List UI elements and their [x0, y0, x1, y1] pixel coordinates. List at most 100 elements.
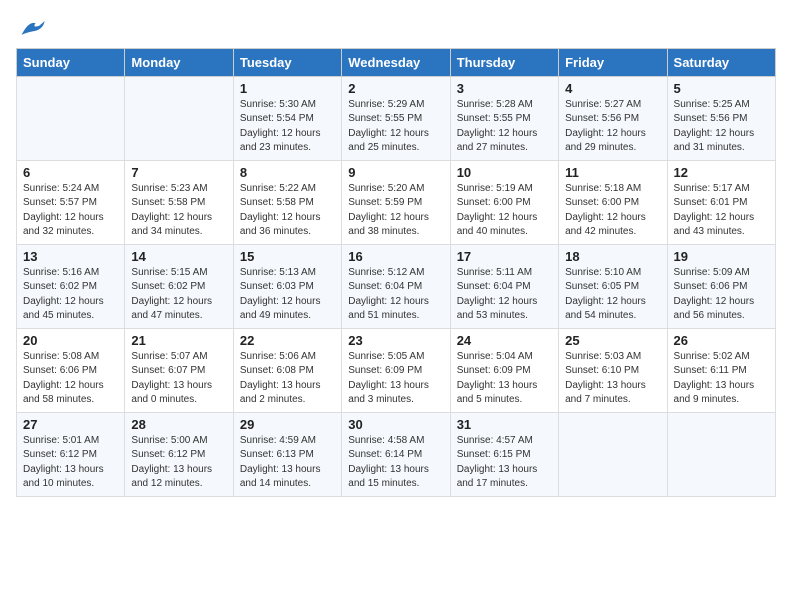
day-cell: 25 Sunrise: 5:03 AM Sunset: 6:10 PM Dayli… — [559, 328, 667, 412]
header-cell-saturday: Saturday — [667, 48, 775, 76]
calendar-table: SundayMondayTuesdayWednesdayThursdayFrid… — [16, 48, 776, 497]
day-content: Sunrise: 5:29 AM Sunset: 5:55 PM Dayligh… — [348, 98, 443, 156]
day-number: 29 — [240, 417, 335, 432]
day-number: 28 — [131, 417, 226, 432]
day-cell: 10Sunrise: 5:19 AM Sunset: 6:00 PM Dayli… — [450, 160, 558, 244]
day-number: 27 — [23, 417, 118, 432]
day-cell — [667, 412, 775, 496]
day-cell: 27 Sunrise: 5:01 AM Sunset: 6:12 PM Dayli… — [17, 412, 125, 496]
header-cell-tuesday: Tuesday — [233, 48, 341, 76]
day-content: Sunrise: 5:20 AM Sunset: 5:59 PM Dayligh… — [348, 182, 443, 240]
day-content: Sunrise: 5:04 AM Sunset: 6:09 PM Dayligh… — [457, 350, 552, 408]
day-number: 5 — [674, 81, 769, 96]
day-number: 14 — [131, 249, 226, 264]
header-cell-friday: Friday — [559, 48, 667, 76]
day-number: 22 — [240, 333, 335, 348]
day-cell: 23 Sunrise: 5:05 AM Sunset: 6:09 PM Dayli… — [342, 328, 450, 412]
page-header — [16, 16, 776, 40]
day-cell: 6 Sunrise: 5:24 AM Sunset: 5:57 PM Daylig… — [17, 160, 125, 244]
day-number: 8 — [240, 165, 335, 180]
day-number: 15 — [240, 249, 335, 264]
day-number: 2 — [348, 81, 443, 96]
day-content: Sunrise: 5:22 AM Sunset: 5:58 PM Dayligh… — [240, 182, 335, 240]
day-cell — [559, 412, 667, 496]
day-content: Sunrise: 4:57 AM Sunset: 6:15 PM Dayligh… — [457, 434, 552, 492]
day-content: Sunrise: 5:02 AM Sunset: 6:11 PM Dayligh… — [674, 350, 769, 408]
header-row: SundayMondayTuesdayWednesdayThursdayFrid… — [17, 48, 776, 76]
day-cell: 24 Sunrise: 5:04 AM Sunset: 6:09 PM Dayli… — [450, 328, 558, 412]
day-cell: 16 Sunrise: 5:12 AM Sunset: 6:04 PM Dayli… — [342, 244, 450, 328]
day-cell: 11 Sunrise: 5:18 AM Sunset: 6:00 PM Dayli… — [559, 160, 667, 244]
day-content: Sunrise: 5:13 AM Sunset: 6:03 PM Dayligh… — [240, 266, 335, 324]
day-content: Sunrise: 5:30 AM Sunset: 5:54 PM Dayligh… — [240, 98, 335, 156]
day-number: 26 — [674, 333, 769, 348]
day-content: Sunrise: 5:25 AM Sunset: 5:56 PM Dayligh… — [674, 98, 769, 156]
day-number: 16 — [348, 249, 443, 264]
day-cell: 7 Sunrise: 5:23 AM Sunset: 5:58 PM Daylig… — [125, 160, 233, 244]
day-cell: 30 Sunrise: 4:58 AM Sunset: 6:14 PM Dayli… — [342, 412, 450, 496]
day-content: Sunrise: 5:11 AM Sunset: 6:04 PM Dayligh… — [457, 266, 552, 324]
day-cell: 1Sunrise: 5:30 AM Sunset: 5:54 PM Daylig… — [233, 76, 341, 160]
day-cell: 4 Sunrise: 5:27 AM Sunset: 5:56 PM Daylig… — [559, 76, 667, 160]
week-row-2: 6 Sunrise: 5:24 AM Sunset: 5:57 PM Daylig… — [17, 160, 776, 244]
week-row-5: 27 Sunrise: 5:01 AM Sunset: 6:12 PM Dayli… — [17, 412, 776, 496]
day-cell: 22 Sunrise: 5:06 AM Sunset: 6:08 PM Dayli… — [233, 328, 341, 412]
header-cell-wednesday: Wednesday — [342, 48, 450, 76]
day-number: 30 — [348, 417, 443, 432]
day-number: 20 — [23, 333, 118, 348]
day-cell: 3Sunrise: 5:28 AM Sunset: 5:55 PM Daylig… — [450, 76, 558, 160]
day-content: Sunrise: 5:10 AM Sunset: 6:05 PM Dayligh… — [565, 266, 660, 324]
day-cell: 21 Sunrise: 5:07 AM Sunset: 6:07 PM Dayli… — [125, 328, 233, 412]
day-content: Sunrise: 5:06 AM Sunset: 6:08 PM Dayligh… — [240, 350, 335, 408]
day-number: 31 — [457, 417, 552, 432]
day-content: Sunrise: 5:12 AM Sunset: 6:04 PM Dayligh… — [348, 266, 443, 324]
day-content: Sunrise: 5:23 AM Sunset: 5:58 PM Dayligh… — [131, 182, 226, 240]
header-cell-monday: Monday — [125, 48, 233, 76]
day-cell: 28 Sunrise: 5:00 AM Sunset: 6:12 PM Dayli… — [125, 412, 233, 496]
day-number: 25 — [565, 333, 660, 348]
day-content: Sunrise: 4:58 AM Sunset: 6:14 PM Dayligh… — [348, 434, 443, 492]
day-cell: 19Sunrise: 5:09 AM Sunset: 6:06 PM Dayli… — [667, 244, 775, 328]
day-number: 19 — [674, 249, 769, 264]
day-number: 23 — [348, 333, 443, 348]
day-cell: 15 Sunrise: 5:13 AM Sunset: 6:03 PM Dayli… — [233, 244, 341, 328]
day-number: 17 — [457, 249, 552, 264]
header-cell-thursday: Thursday — [450, 48, 558, 76]
day-number: 7 — [131, 165, 226, 180]
day-cell: 29 Sunrise: 4:59 AM Sunset: 6:13 PM Dayli… — [233, 412, 341, 496]
day-cell: 12Sunrise: 5:17 AM Sunset: 6:01 PM Dayli… — [667, 160, 775, 244]
day-content: Sunrise: 5:00 AM Sunset: 6:12 PM Dayligh… — [131, 434, 226, 492]
day-content: Sunrise: 5:24 AM Sunset: 5:57 PM Dayligh… — [23, 182, 118, 240]
day-number: 4 — [565, 81, 660, 96]
day-cell: 17 Sunrise: 5:11 AM Sunset: 6:04 PM Dayli… — [450, 244, 558, 328]
day-cell: 20 Sunrise: 5:08 AM Sunset: 6:06 PM Dayli… — [17, 328, 125, 412]
week-row-4: 20 Sunrise: 5:08 AM Sunset: 6:06 PM Dayli… — [17, 328, 776, 412]
day-content: Sunrise: 5:27 AM Sunset: 5:56 PM Dayligh… — [565, 98, 660, 156]
day-cell: 2 Sunrise: 5:29 AM Sunset: 5:55 PM Daylig… — [342, 76, 450, 160]
day-number: 9 — [348, 165, 443, 180]
day-cell — [125, 76, 233, 160]
day-content: Sunrise: 5:19 AM Sunset: 6:00 PM Dayligh… — [457, 182, 552, 240]
logo — [16, 20, 46, 40]
day-number: 24 — [457, 333, 552, 348]
day-content: Sunrise: 5:16 AM Sunset: 6:02 PM Dayligh… — [23, 266, 118, 324]
week-row-1: 1Sunrise: 5:30 AM Sunset: 5:54 PM Daylig… — [17, 76, 776, 160]
day-content: Sunrise: 5:03 AM Sunset: 6:10 PM Dayligh… — [565, 350, 660, 408]
day-cell: 9 Sunrise: 5:20 AM Sunset: 5:59 PM Daylig… — [342, 160, 450, 244]
day-number: 21 — [131, 333, 226, 348]
day-cell: 26 Sunrise: 5:02 AM Sunset: 6:11 PM Dayli… — [667, 328, 775, 412]
day-content: Sunrise: 5:08 AM Sunset: 6:06 PM Dayligh… — [23, 350, 118, 408]
day-content: Sunrise: 5:01 AM Sunset: 6:12 PM Dayligh… — [23, 434, 118, 492]
day-content: Sunrise: 5:18 AM Sunset: 6:00 PM Dayligh… — [565, 182, 660, 240]
day-content: Sunrise: 5:07 AM Sunset: 6:07 PM Dayligh… — [131, 350, 226, 408]
day-content: Sunrise: 5:05 AM Sunset: 6:09 PM Dayligh… — [348, 350, 443, 408]
day-number: 6 — [23, 165, 118, 180]
week-row-3: 13Sunrise: 5:16 AM Sunset: 6:02 PM Dayli… — [17, 244, 776, 328]
day-content: Sunrise: 4:59 AM Sunset: 6:13 PM Dayligh… — [240, 434, 335, 492]
calendar-body: 1Sunrise: 5:30 AM Sunset: 5:54 PM Daylig… — [17, 76, 776, 496]
logo-bird-icon — [18, 17, 46, 39]
day-cell: 18Sunrise: 5:10 AM Sunset: 6:05 PM Dayli… — [559, 244, 667, 328]
calendar-header: SundayMondayTuesdayWednesdayThursdayFrid… — [17, 48, 776, 76]
day-cell: 31 Sunrise: 4:57 AM Sunset: 6:15 PM Dayli… — [450, 412, 558, 496]
day-number: 11 — [565, 165, 660, 180]
